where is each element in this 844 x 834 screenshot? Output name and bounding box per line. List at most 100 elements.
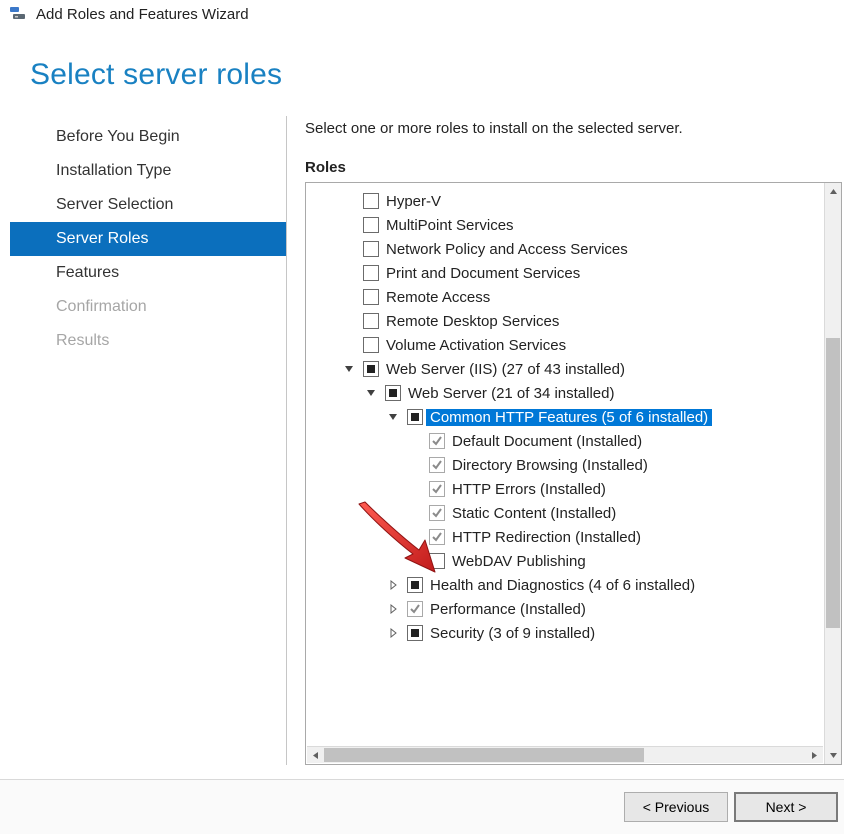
step-results: Results xyxy=(10,324,286,358)
titlebar: Add Roles and Features Wizard xyxy=(0,0,844,28)
tree-row[interactable]: Hyper-V xyxy=(312,189,820,213)
tree-checkbox[interactable] xyxy=(385,385,401,401)
step-before-you-begin[interactable]: Before You Begin xyxy=(10,120,286,154)
scroll-right-icon[interactable] xyxy=(806,747,823,764)
tree-item-label[interactable]: Network Policy and Access Services xyxy=(382,241,632,258)
tree-row[interactable]: MultiPoint Services xyxy=(312,213,820,237)
tree-checkbox xyxy=(407,601,423,617)
tree-item-label[interactable]: Health and Diagnostics (4 of 6 installed… xyxy=(426,577,699,594)
tree-row[interactable]: Directory Browsing (Installed) xyxy=(312,453,820,477)
expander-spacer xyxy=(342,194,356,208)
scroll-thumb-vertical[interactable] xyxy=(826,338,840,628)
expander-spacer xyxy=(408,458,422,472)
instruction-text: Select one or more roles to install on t… xyxy=(305,120,842,137)
tree-checkbox[interactable] xyxy=(363,265,379,281)
expander-spacer xyxy=(342,218,356,232)
tree-checkbox[interactable] xyxy=(407,625,423,641)
roles-heading: Roles xyxy=(305,159,842,176)
tree-item-label[interactable]: Remote Access xyxy=(382,289,494,306)
tree-item-label[interactable]: Web Server (21 of 34 installed) xyxy=(404,385,619,402)
step-server-roles[interactable]: Server Roles xyxy=(10,222,286,256)
expander-open-icon[interactable] xyxy=(386,410,400,424)
expander-spacer xyxy=(342,338,356,352)
tree-row[interactable]: Health and Diagnostics (4 of 6 installed… xyxy=(312,573,820,597)
tree-row[interactable]: Performance (Installed) xyxy=(312,597,820,621)
tree-row[interactable]: Network Policy and Access Services xyxy=(312,237,820,261)
tree-checkbox[interactable] xyxy=(363,217,379,233)
tree-checkbox xyxy=(429,505,445,521)
server-manager-icon xyxy=(8,4,28,24)
scroll-up-icon[interactable] xyxy=(825,183,842,200)
tree-item-label[interactable]: Security (3 of 9 installed) xyxy=(426,625,599,642)
tree-item-label[interactable]: Performance (Installed) xyxy=(426,601,590,618)
roles-tree-box: Hyper-V MultiPoint Services Network Policy… xyxy=(305,182,842,765)
scroll-thumb-horizontal[interactable] xyxy=(324,748,644,762)
scroll-down-icon[interactable] xyxy=(825,747,842,764)
expander-spacer xyxy=(408,482,422,496)
tree-checkbox[interactable] xyxy=(407,577,423,593)
tree-row[interactable]: HTTP Errors (Installed) xyxy=(312,477,820,501)
roles-tree[interactable]: Hyper-V MultiPoint Services Network Policy… xyxy=(306,183,824,764)
tree-row[interactable]: Web Server (IIS) (27 of 43 installed) xyxy=(312,357,820,381)
tree-checkbox[interactable] xyxy=(407,409,423,425)
tree-row[interactable]: Print and Document Services xyxy=(312,261,820,285)
tree-checkbox[interactable] xyxy=(363,241,379,257)
tree-item-label[interactable]: Default Document (Installed) xyxy=(448,433,646,450)
expander-closed-icon[interactable] xyxy=(386,578,400,592)
tree-checkbox xyxy=(429,457,445,473)
expander-open-icon[interactable] xyxy=(342,362,356,376)
tree-item-label[interactable]: Remote Desktop Services xyxy=(382,313,563,330)
tree-row[interactable]: Web Server (21 of 34 installed) xyxy=(312,381,820,405)
vertical-scrollbar[interactable] xyxy=(824,183,841,764)
tree-checkbox[interactable] xyxy=(363,313,379,329)
tree-item-label[interactable]: Print and Document Services xyxy=(382,265,584,282)
tree-row[interactable]: Security (3 of 9 installed) xyxy=(312,621,820,645)
tree-item-label[interactable]: Hyper-V xyxy=(382,193,445,210)
expander-spacer xyxy=(408,506,422,520)
expander-spacer xyxy=(408,530,422,544)
tree-item-label[interactable]: MultiPoint Services xyxy=(382,217,518,234)
tree-item-label[interactable]: HTTP Errors (Installed) xyxy=(448,481,610,498)
horizontal-scrollbar[interactable] xyxy=(307,746,823,763)
expander-spacer xyxy=(342,266,356,280)
expander-open-icon[interactable] xyxy=(364,386,378,400)
tree-row[interactable]: Remote Access xyxy=(312,285,820,309)
tree-item-label[interactable]: HTTP Redirection (Installed) xyxy=(448,529,645,546)
tree-item-label[interactable]: Directory Browsing (Installed) xyxy=(448,457,652,474)
window-title: Add Roles and Features Wizard xyxy=(36,6,249,23)
main-panel: Select one or more roles to install on t… xyxy=(286,116,842,765)
tree-row[interactable]: Remote Desktop Services xyxy=(312,309,820,333)
tree-checkbox[interactable] xyxy=(363,337,379,353)
tree-checkbox[interactable] xyxy=(363,289,379,305)
tree-item-label[interactable]: Web Server (IIS) (27 of 43 installed) xyxy=(382,361,629,378)
tree-row[interactable]: WebDAV Publishing xyxy=(312,549,820,573)
tree-item-label[interactable]: Common HTTP Features (5 of 6 installed) xyxy=(426,409,712,426)
tree-checkbox[interactable] xyxy=(429,553,445,569)
expander-spacer xyxy=(342,314,356,328)
expander-closed-icon[interactable] xyxy=(386,626,400,640)
tree-checkbox[interactable] xyxy=(363,193,379,209)
tree-row[interactable]: Default Document (Installed) xyxy=(312,429,820,453)
next-button[interactable]: Next > xyxy=(734,792,838,822)
previous-button[interactable]: < Previous xyxy=(624,792,728,822)
step-features[interactable]: Features xyxy=(10,256,286,290)
scroll-left-icon[interactable] xyxy=(307,747,324,764)
tree-row[interactable]: Common HTTP Features (5 of 6 installed) xyxy=(312,405,820,429)
tree-checkbox[interactable] xyxy=(363,361,379,377)
tree-item-label[interactable]: Volume Activation Services xyxy=(382,337,570,354)
wizard-window: Add Roles and Features Wizard Select ser… xyxy=(0,0,844,834)
step-installation-type[interactable]: Installation Type xyxy=(10,154,286,188)
tree-row[interactable]: Volume Activation Services xyxy=(312,333,820,357)
expander-closed-icon[interactable] xyxy=(386,602,400,616)
step-server-selection[interactable]: Server Selection xyxy=(10,188,286,222)
tree-row[interactable]: Static Content (Installed) xyxy=(312,501,820,525)
roles-box-wrapper: Hyper-V MultiPoint Services Network Policy… xyxy=(305,182,842,765)
tree-row[interactable]: HTTP Redirection (Installed) xyxy=(312,525,820,549)
expander-spacer xyxy=(342,242,356,256)
wizard-footer: < Previous Next > xyxy=(0,780,844,834)
tree-item-label[interactable]: WebDAV Publishing xyxy=(448,553,590,570)
tree-checkbox xyxy=(429,433,445,449)
tree-checkbox xyxy=(429,481,445,497)
tree-item-label[interactable]: Static Content (Installed) xyxy=(448,505,620,522)
expander-spacer xyxy=(408,434,422,448)
